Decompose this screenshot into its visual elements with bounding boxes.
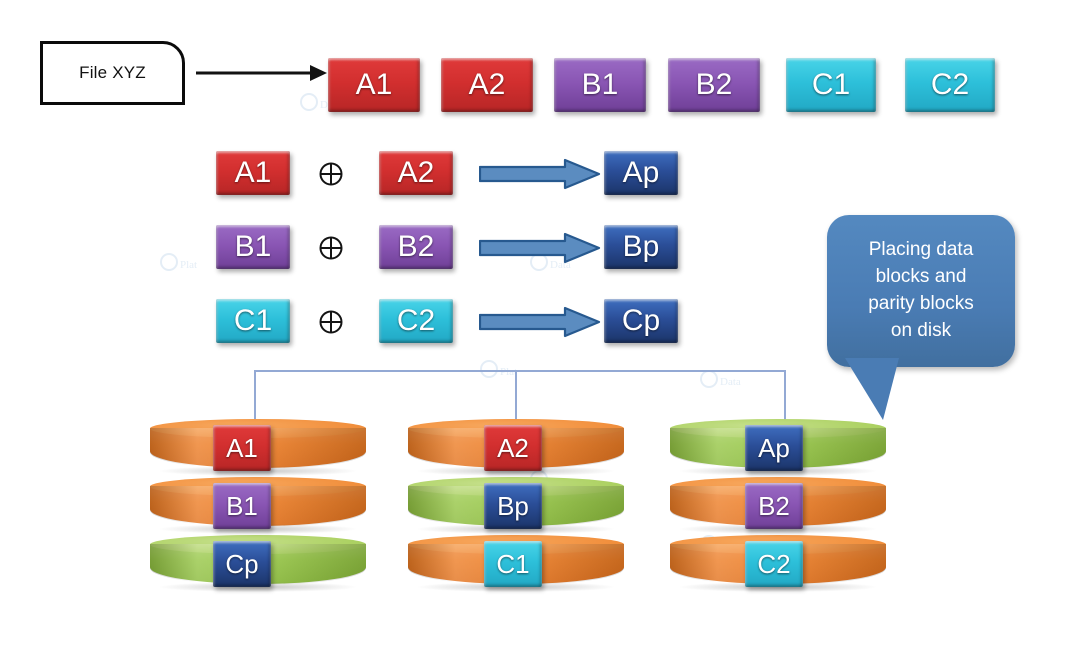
block-label: Cp [225, 549, 259, 579]
stripe-block-b1: B1 [554, 58, 646, 112]
xor-row-1-right-block: A2 [379, 151, 453, 195]
block-label: C2 [930, 68, 970, 101]
block-label: C1 [233, 304, 273, 337]
block-label: A1 [234, 156, 272, 189]
xor-row-2-left-block: B1 [216, 225, 290, 269]
xor-row-1-left-block: A1 [216, 151, 290, 195]
disk-3-block-ap: Ap [745, 425, 803, 471]
block-label: A1 [355, 68, 393, 101]
block-label: A2 [468, 68, 506, 101]
xor-operator-icon [318, 309, 344, 335]
block-label: C2 [757, 549, 791, 579]
xor-row-2-right-block: B2 [379, 225, 453, 269]
block-label: B2 [397, 230, 435, 263]
block-label: A2 [397, 156, 435, 189]
block-label: Ap [758, 433, 790, 463]
disk-2-block-bp: Bp [484, 483, 542, 529]
stripe-block-a1: A1 [328, 58, 420, 112]
disk-3-block-c2: C2 [745, 541, 803, 587]
block-label: B1 [581, 68, 619, 101]
block-label: Bp [622, 230, 660, 263]
xor-row-3-left-block: C1 [216, 299, 290, 343]
disk-2-block-c1: C1 [484, 541, 542, 587]
block-label: A2 [497, 433, 529, 463]
file-to-blocks-arrow [196, 62, 328, 89]
xor-operator-icon [318, 161, 344, 187]
block-label: Ap [622, 156, 660, 189]
block-label: C1 [496, 549, 530, 579]
stripe-block-c2: C2 [905, 58, 995, 112]
block-label: B1 [234, 230, 272, 263]
file-box-label: File XYZ [79, 63, 146, 82]
stripe-block-c1: C1 [786, 58, 876, 112]
watermark: Plat [160, 253, 197, 271]
disk-3-block-b2: B2 [745, 483, 803, 529]
callout-tail-icon [827, 358, 937, 427]
stripe-block-a2: A2 [441, 58, 533, 112]
block-label: C1 [811, 68, 851, 101]
block-label: Bp [497, 491, 529, 521]
block-label: C2 [396, 304, 436, 337]
disk-1-block-a1: A1 [213, 425, 271, 471]
xor-operator-icon [318, 235, 344, 261]
callout-bubble: Placing data blocks and parity blocks on… [827, 215, 1015, 367]
xor-row-2-result-block: Bp [604, 225, 678, 269]
stripe-block-b2: B2 [668, 58, 760, 112]
disk-2-block-a2: A2 [484, 425, 542, 471]
xor-row-2-arrow [478, 232, 601, 269]
xor-row-3-result-block: Cp [604, 299, 678, 343]
block-label: B1 [226, 491, 258, 521]
xor-row-3-right-block: C2 [379, 299, 453, 343]
block-label: B2 [695, 68, 733, 101]
disk-1-block-cp: Cp [213, 541, 271, 587]
block-label: A1 [226, 433, 258, 463]
xor-row-1-arrow [478, 158, 601, 195]
disk-1-block-b1: B1 [213, 483, 271, 529]
xor-row-3-arrow [478, 306, 601, 343]
callout-text: Placing data blocks and parity blocks on… [868, 239, 974, 341]
file-box: File XYZ [40, 41, 185, 105]
block-label: Cp [621, 304, 661, 337]
block-label: B2 [758, 491, 790, 521]
xor-row-1-result-block: Ap [604, 151, 678, 195]
diagram-canvas: File XYZ Data Plat Data Plat Data Plat D… [0, 0, 1080, 659]
